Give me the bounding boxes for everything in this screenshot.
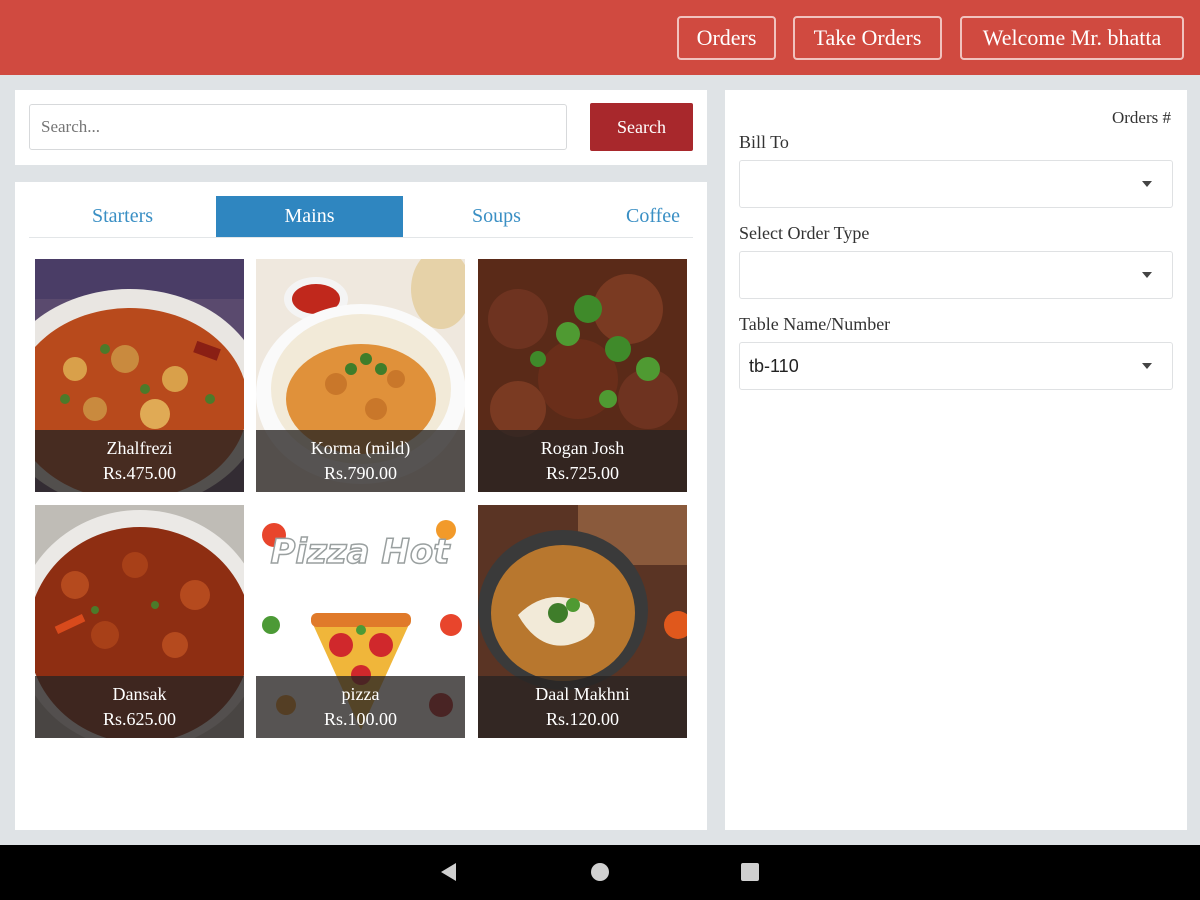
bill-to-label: Bill To (739, 132, 789, 152)
menu-item-card[interactable]: Rogan Josh Rs.725.00 (478, 259, 687, 492)
category-tabs: Starters Mains Soups Coffee (29, 196, 693, 238)
order-panel: Orders # Bill To Select Order Type Table… (725, 90, 1187, 830)
orders-button[interactable]: Orders (677, 16, 776, 60)
order-type-label: Select Order Type (739, 223, 870, 243)
tab-starters[interactable]: Starters (29, 196, 216, 237)
svg-text:Pizza Hot: Pizza Hot (271, 532, 452, 572)
menu-item-card[interactable]: Zhalfrezi Rs.475.00 (35, 259, 244, 492)
menu-item-card[interactable]: Dansak Rs.625.00 (35, 505, 244, 738)
dropdown-caret-icon (1142, 181, 1152, 187)
table-select[interactable]: tb-110 (739, 342, 1173, 390)
menu-item-name: Dansak (112, 684, 167, 704)
search-button[interactable]: Search (590, 103, 693, 151)
tab-soups[interactable]: Soups (403, 196, 590, 237)
order-type-select[interactable] (739, 251, 1173, 299)
bill-to-select[interactable] (739, 160, 1173, 208)
menu-item-caption: Zhalfrezi Rs.475.00 (35, 430, 244, 492)
menu-item-price: Rs.790.00 (323, 463, 397, 483)
take-orders-button[interactable]: Take Orders (793, 16, 942, 60)
back-icon[interactable] (441, 863, 456, 881)
dropdown-caret-icon (1142, 272, 1152, 278)
search-panel: Search (15, 90, 707, 165)
menu-item-price: Rs.120.00 (545, 709, 619, 729)
menu-item-name: Daal Makhni (535, 684, 630, 704)
search-input[interactable] (29, 104, 567, 150)
orders-number-label: Orders # (1111, 108, 1171, 127)
menu-item-card[interactable]: Daal Makhni Rs.120.00 (478, 505, 687, 738)
menu-item-caption: Rogan Josh Rs.725.00 (478, 430, 687, 492)
menu-item-price: Rs.725.00 (545, 463, 619, 483)
menu-item-caption: Daal Makhni Rs.120.00 (478, 676, 687, 738)
table-value: tb-110 (749, 356, 799, 376)
menu-item-price: Rs.100.00 (323, 709, 397, 729)
tab-mains[interactable]: Mains (216, 196, 403, 237)
menu-item-card[interactable]: Pizza Hot pizza Rs.100.00 (256, 505, 465, 738)
tab-coffee[interactable]: Coffee (590, 196, 693, 237)
recent-apps-icon[interactable] (741, 863, 759, 881)
top-header-bar: Orders Take Orders Welcome Mr. bhatta (0, 0, 1200, 75)
menu-panel: Starters Mains Soups Coffee Zhalfrezi Rs… (15, 182, 707, 830)
menu-item-caption: Korma (mild) Rs.790.00 (256, 430, 465, 492)
menu-item-caption: Dansak Rs.625.00 (35, 676, 244, 738)
menu-item-price: Rs.475.00 (102, 463, 176, 483)
menu-item-name: Zhalfrezi (106, 438, 173, 458)
menu-item-caption: pizza Rs.100.00 (256, 676, 465, 738)
menu-item-card[interactable]: Korma (mild) Rs.790.00 (256, 259, 465, 492)
table-label: Table Name/Number (739, 314, 891, 334)
menu-item-name: Rogan Josh (540, 438, 625, 458)
welcome-user-button[interactable]: Welcome Mr. bhatta (960, 16, 1184, 60)
menu-item-name: pizza (341, 684, 380, 704)
dropdown-caret-icon (1142, 363, 1152, 369)
menu-item-price: Rs.625.00 (102, 709, 176, 729)
home-icon[interactable] (591, 863, 609, 881)
menu-item-name: Korma (mild) (310, 438, 411, 458)
